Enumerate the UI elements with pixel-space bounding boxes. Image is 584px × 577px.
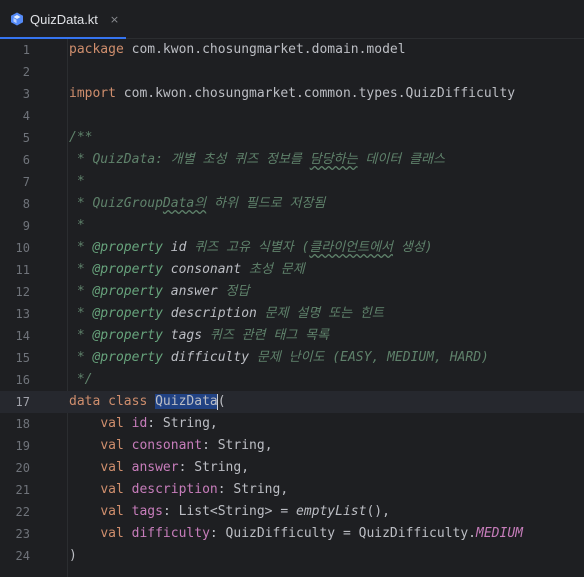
code-line: 11 * @property consonant 초성 문제: [0, 259, 584, 281]
editor-tab-bar: QuizData.kt ×: [0, 0, 584, 39]
code-line: 7 *: [0, 171, 584, 193]
line-number: 1: [22, 43, 30, 57]
code-line: 14 * @property tags 퀴즈 관련 태그 목록: [0, 325, 584, 347]
code-text: val tags: List<String> = emptyList(),: [100, 504, 390, 519]
code-text: */: [69, 372, 93, 387]
code-line: 10 * @property id 퀴즈 고유 식별자 (클라이언트에서 생성): [0, 237, 584, 259]
code-text: * @property consonant 초성 문제: [69, 262, 305, 277]
code-text: /**: [69, 130, 93, 145]
code-text: ): [69, 548, 77, 563]
line-number: 12: [15, 285, 30, 299]
line-number: 5: [22, 131, 30, 145]
code-text: val id: String,: [100, 416, 218, 431]
code-line: 4: [0, 105, 584, 127]
line-number: 20: [15, 461, 30, 475]
code-line: 21 val description: String,: [0, 479, 584, 501]
code-text: * @property description 문제 설명 또는 힌트: [69, 306, 384, 321]
code-text: * QuizData: 개별 초성 퀴즈 정보를 담당하는 데이터 클래스: [69, 152, 445, 167]
code-text: val description: String,: [100, 482, 289, 497]
line-number: 10: [15, 241, 30, 255]
code-line: 18 val id: String,: [0, 413, 584, 435]
selected-identifier: QuizData: [155, 394, 218, 409]
code-text: import com.kwon.chosungmarket.common.typ…: [69, 86, 516, 101]
code-text: *: [69, 218, 85, 233]
code-line: 12 * @property answer 정답: [0, 281, 584, 303]
code-line: 19 val consonant: String,: [0, 435, 584, 457]
code-editor[interactable]: 1 package com.kwon.chosungmarket.domain.…: [0, 39, 584, 577]
code-text: * @property tags 퀴즈 관련 태그 목록: [69, 328, 330, 343]
tab-title: QuizData.kt: [30, 11, 98, 27]
code-line: 5 /**: [0, 127, 584, 149]
line-number: 9: [22, 219, 30, 233]
code-text: val consonant: String,: [100, 438, 273, 453]
line-number: 11: [15, 263, 30, 277]
line-number: 4: [22, 109, 30, 123]
code-text: *: [69, 174, 85, 189]
code-text: * @property difficulty 문제 난이도 (EASY, MED…: [69, 350, 489, 365]
code-line: 16 */: [0, 369, 584, 391]
line-number: 23: [15, 527, 30, 541]
code-line: 9 *: [0, 215, 584, 237]
code-line: 3 import com.kwon.chosungmarket.common.t…: [0, 83, 584, 105]
line-number: 16: [15, 373, 30, 387]
line-number: 8: [22, 197, 30, 211]
code-line: 24 ): [0, 545, 584, 567]
code-line: 6 * QuizData: 개별 초성 퀴즈 정보를 담당하는 데이터 클래스: [0, 149, 584, 171]
line-number: 18: [15, 417, 30, 431]
line-number: 3: [22, 87, 30, 101]
line-number: 19: [15, 439, 30, 453]
kotlin-file-icon: [11, 12, 23, 26]
code-line: 20 val answer: String,: [0, 457, 584, 479]
tab-quizdata-kt[interactable]: QuizData.kt ×: [0, 0, 126, 39]
current-code-line: 17 data class QuizData(: [0, 391, 584, 413]
code-line: 13 * @property description 문제 설명 또는 힌트: [0, 303, 584, 325]
code-text: val difficulty: QuizDifficulty = QuizDif…: [100, 526, 523, 541]
line-number: 21: [15, 483, 30, 497]
code-line: 22 val tags: List<String> = emptyList(),: [0, 501, 584, 523]
code-line: 23 val difficulty: QuizDifficulty = Quiz…: [0, 523, 584, 545]
line-number: 6: [22, 153, 30, 167]
code-text: package com.kwon.chosungmarket.domain.mo…: [69, 42, 406, 57]
line-number: 2: [22, 65, 30, 79]
code-text: * QuizGroupData의 하위 필드로 저장됨: [69, 196, 326, 211]
code-line: 1 package com.kwon.chosungmarket.domain.…: [0, 39, 584, 61]
code-line: 15 * @property difficulty 문제 난이도 (EASY, …: [0, 347, 584, 369]
line-number: 13: [15, 307, 30, 321]
code-line: 8 * QuizGroupData의 하위 필드로 저장됨: [0, 193, 584, 215]
line-number: 14: [15, 329, 30, 343]
line-number: 22: [15, 505, 30, 519]
code-text: data class QuizData(: [69, 393, 226, 410]
code-text: * @property id 퀴즈 고유 식별자 (클라이언트에서 생성): [69, 240, 433, 255]
line-number: 24: [15, 549, 30, 563]
line-number: 17: [15, 395, 30, 409]
code-text: val answer: String,: [100, 460, 250, 475]
line-number: 15: [15, 351, 30, 365]
code-text: * @property answer 정답: [69, 284, 250, 299]
code-line: 2: [0, 61, 584, 83]
close-icon[interactable]: ×: [110, 13, 119, 26]
line-number: 7: [22, 175, 30, 189]
